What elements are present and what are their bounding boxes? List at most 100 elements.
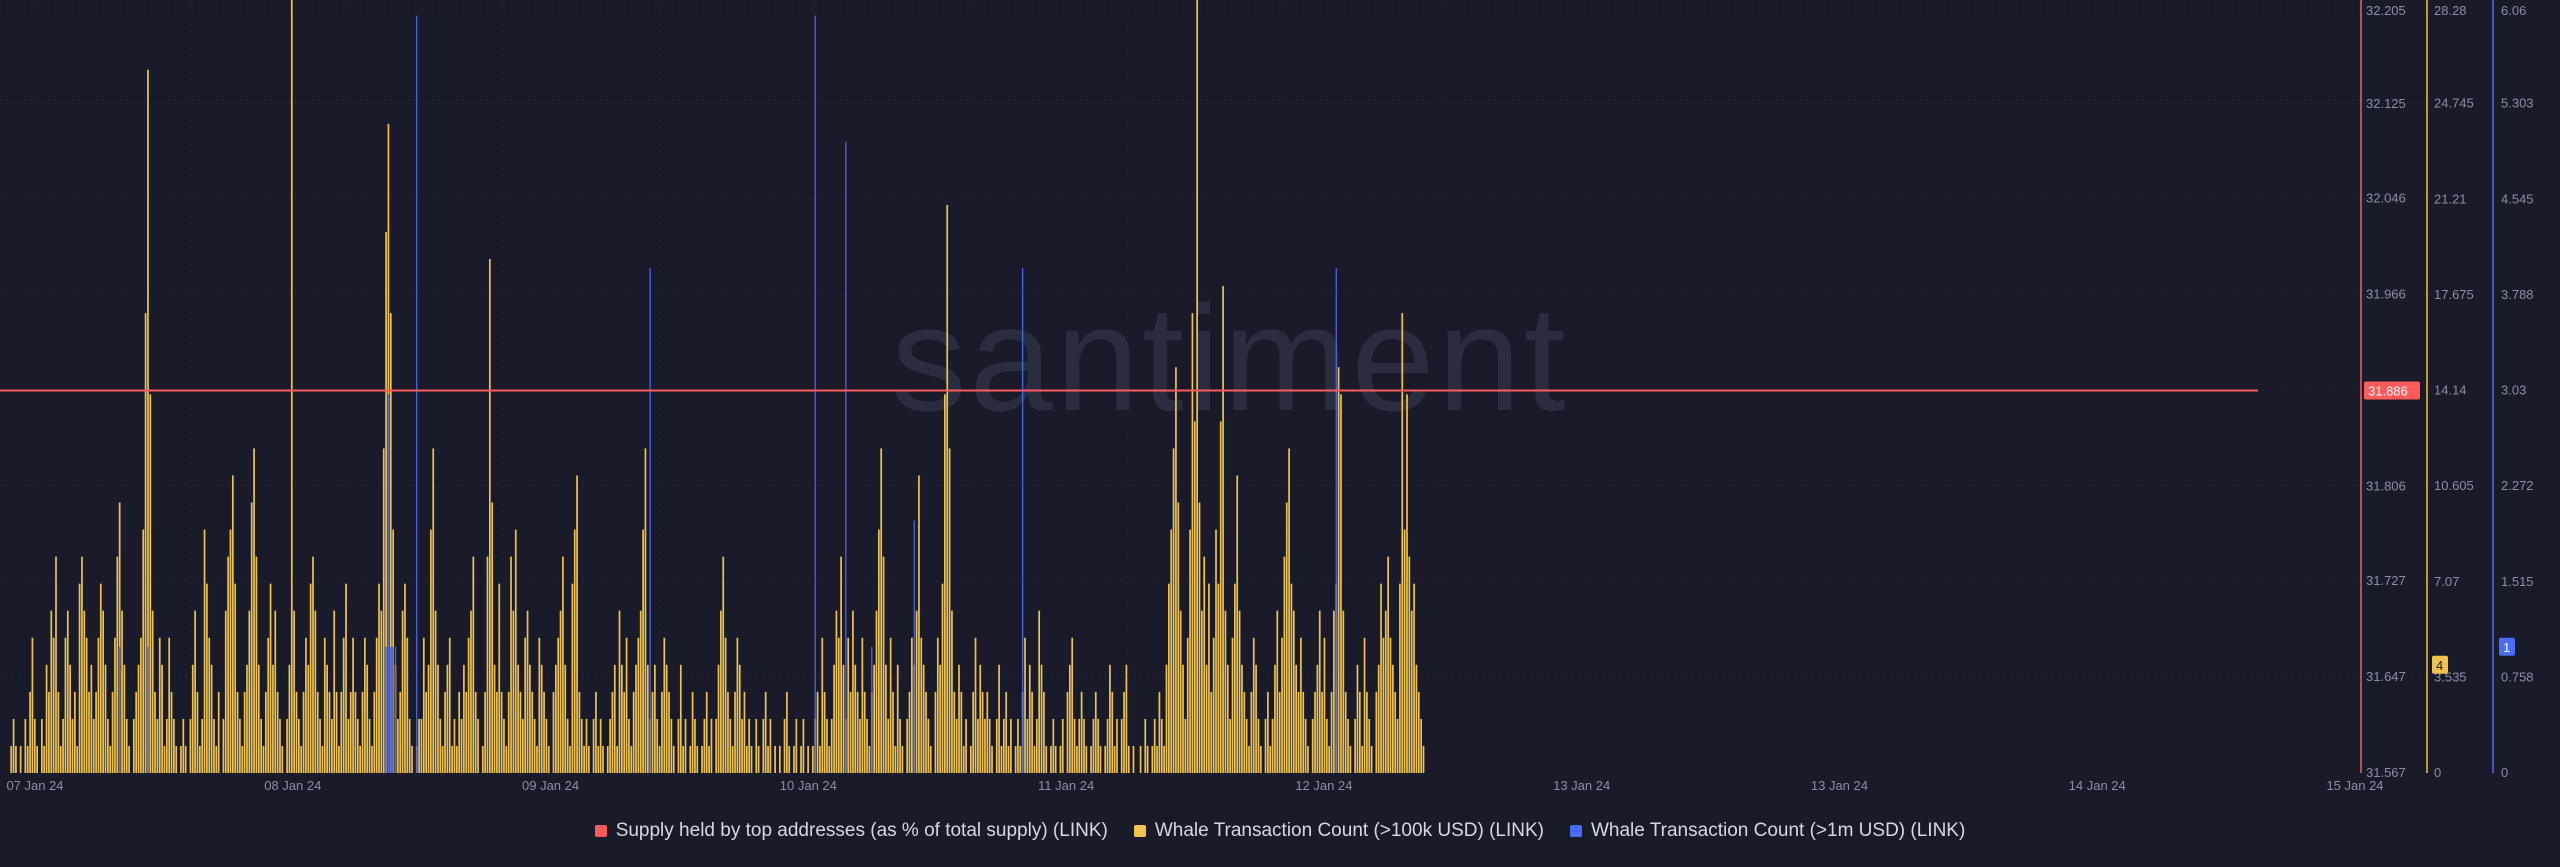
bar-whale-100k [1316, 664, 1319, 773]
bar-whale-100k [1274, 664, 1276, 773]
bar-whale-100k [1370, 745, 1373, 773]
tick-label-supply: 32.125 [2366, 96, 2406, 111]
bar-whale-100k [481, 745, 484, 773]
bar-whale-100k [307, 664, 310, 773]
tick-label-whale-100k: 28.28 [2434, 3, 2467, 18]
bar-whale-100k [866, 718, 868, 773]
bar-whale-100k [1290, 583, 1293, 773]
bar-whale-1m [416, 15, 418, 773]
bar-whale-100k [97, 637, 100, 773]
bar-whale-100k [847, 637, 850, 773]
bar-whale-100k [708, 745, 710, 773]
bar-whale-100k [1186, 637, 1189, 773]
bar-whale-100k [1276, 610, 1279, 773]
bar-whale-100k [887, 718, 890, 773]
bar-whale-100k [262, 745, 265, 773]
bar-whale-100k [755, 718, 758, 773]
bar-whale-100k [290, 0, 293, 774]
bar-whale-100k [460, 718, 463, 773]
bar-whale-100k [104, 664, 107, 773]
bar-whale-100k [253, 448, 255, 773]
bar-whale-100k [745, 745, 748, 773]
bar-whale-100k [243, 691, 246, 773]
bar-whale-100k [1193, 421, 1196, 773]
bar-whale-100k [665, 664, 668, 773]
bar-whale-100k [1045, 745, 1048, 773]
bar-whale-100k [1297, 691, 1300, 773]
bar-whale-100k [92, 718, 95, 773]
bar-whale-100k [583, 745, 585, 773]
bar-whale-100k [78, 583, 81, 773]
bar-whale-1m [390, 646, 392, 773]
legend-item-supply[interactable]: Supply held by top addresses (as % of to… [594, 820, 1108, 842]
bar-whale-100k [842, 664, 845, 773]
bar-whale-100k [543, 691, 545, 773]
bar-whale-100k [856, 691, 859, 773]
bar-whale-100k [397, 718, 399, 773]
bar-whale-100k [642, 529, 644, 773]
tick-label-whale-1m: 5.303 [2501, 96, 2534, 111]
bar-whale-100k [774, 745, 776, 773]
bar-whale-100k [908, 691, 911, 773]
bar-whale-100k [896, 664, 899, 773]
bar-whale-100k [684, 718, 687, 773]
bar-whale-100k [564, 664, 567, 773]
chart: santiment 32.205 32.125 32.046 31.966 31.806… [0, 0, 2560, 867]
bar-whale-100k [1361, 745, 1364, 773]
bar-whale-100k [786, 691, 788, 773]
bar-whale-100k [340, 691, 343, 773]
bar-whale-100k [257, 664, 260, 773]
bar-whale-100k [533, 718, 536, 773]
bar-whale-100k [526, 610, 529, 773]
bar-whale-100k [1248, 745, 1250, 773]
bar-whale-100k [151, 610, 154, 773]
bar-whale-1m [913, 520, 915, 773]
bar-whale-100k [326, 664, 328, 773]
bar-whale-100k [705, 691, 708, 773]
bar-whale-100k [364, 637, 366, 773]
bar-whale-100k [802, 718, 805, 773]
bar-whale-100k [974, 637, 977, 773]
bar-whale-100k [1257, 718, 1260, 773]
bar-whale-100k [1146, 745, 1149, 773]
bar-whale-100k [738, 664, 741, 773]
bar-whale-100k [901, 745, 904, 773]
bar-whale-100k [173, 718, 175, 773]
bar-whale-100k [399, 691, 402, 773]
bar-whale-100k [345, 583, 347, 773]
legend-item-whale-100k[interactable]: Whale Transaction Count (>100k USD) (LIN… [1133, 820, 1544, 842]
legend-item-whale-1m[interactable]: Whale Transaction Count (>1m USD) (LINK) [1569, 820, 1965, 842]
bar-whale-100k [1010, 718, 1012, 773]
bar-whale-100k [418, 718, 420, 773]
bar-whale-100k [1028, 664, 1031, 773]
bar-whale-100k [609, 718, 611, 773]
bar-whale-100k [1368, 718, 1371, 773]
tick-label-supply: 31.727 [2366, 573, 2406, 588]
bar-whale-100k [264, 691, 267, 773]
bar-whale-100k [411, 745, 413, 773]
bar-whale-100k [1160, 718, 1163, 773]
tick-label-whale-1m: 6.06 [2501, 3, 2526, 18]
bar-whale-100k [663, 637, 666, 773]
bar-whale-100k [854, 664, 857, 773]
bar-whale-100k [595, 691, 597, 773]
bar-whale-100k [859, 718, 861, 773]
bar-whale-100k [95, 691, 97, 773]
bar-whale-100k [811, 745, 814, 773]
bar-whale-100k [281, 745, 284, 773]
bar-whale-100k [679, 664, 682, 773]
bar-whale-100k [1302, 691, 1305, 773]
badge-supply: 31.886 [2368, 384, 2408, 399]
bar-whale-100k [1043, 691, 1045, 773]
bar-whale-100k [800, 745, 802, 773]
bar-whale-100k [918, 475, 920, 773]
bar-whale-100k [144, 313, 147, 773]
bar-whale-100k [467, 637, 470, 773]
bar-whale-100k [472, 556, 475, 773]
bar-whale-100k [293, 610, 295, 773]
bar-whale-100k [1349, 745, 1352, 773]
bar-whale-100k [425, 691, 428, 773]
bar-whale-100k [1337, 367, 1340, 773]
bar-whale-100k [875, 610, 878, 773]
bar-whale-100k [1241, 664, 1243, 773]
